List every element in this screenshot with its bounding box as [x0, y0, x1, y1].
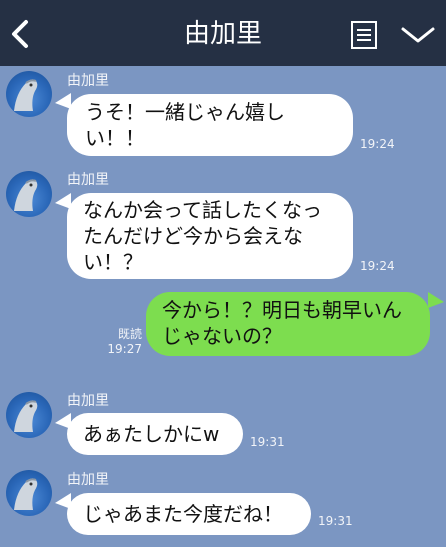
chevron-down-icon[interactable] — [400, 25, 436, 45]
message-time: 19:24 — [360, 137, 395, 151]
note-icon[interactable] — [350, 20, 378, 50]
avatar[interactable] — [6, 71, 52, 117]
message-bubble[interactable]: なんか会って話したくなったんだけど今から会えない！？ — [67, 193, 353, 279]
avatar[interactable] — [6, 171, 52, 217]
message-time: 19:27 — [107, 342, 142, 356]
message-bubble[interactable]: うそ！一緒じゃん嬉しい！！ — [67, 94, 353, 156]
message-bubble[interactable]: 今から！？明日も朝早いんじゃないの？ — [146, 292, 430, 356]
sender-name: 由加里 — [67, 472, 109, 488]
sender-name: 由加里 — [67, 393, 109, 409]
message-time: 19:31 — [318, 514, 353, 528]
read-receipt: 既読 — [117, 327, 142, 341]
avatar[interactable] — [6, 392, 52, 438]
message-time: 19:31 — [250, 435, 285, 449]
bubble-tail — [428, 292, 444, 308]
chat-title: 由加里 — [183, 19, 262, 49]
message-time: 19:24 — [360, 259, 395, 273]
avatar[interactable] — [6, 470, 52, 516]
sender-name: 由加里 — [67, 73, 109, 89]
message-bubble[interactable]: じゃあまた今度だね！ — [67, 493, 311, 535]
sender-name: 由加里 — [67, 172, 109, 188]
chat-header: 由加里 — [0, 0, 446, 66]
message-bubble[interactable]: あぁたしかにw — [67, 413, 243, 455]
